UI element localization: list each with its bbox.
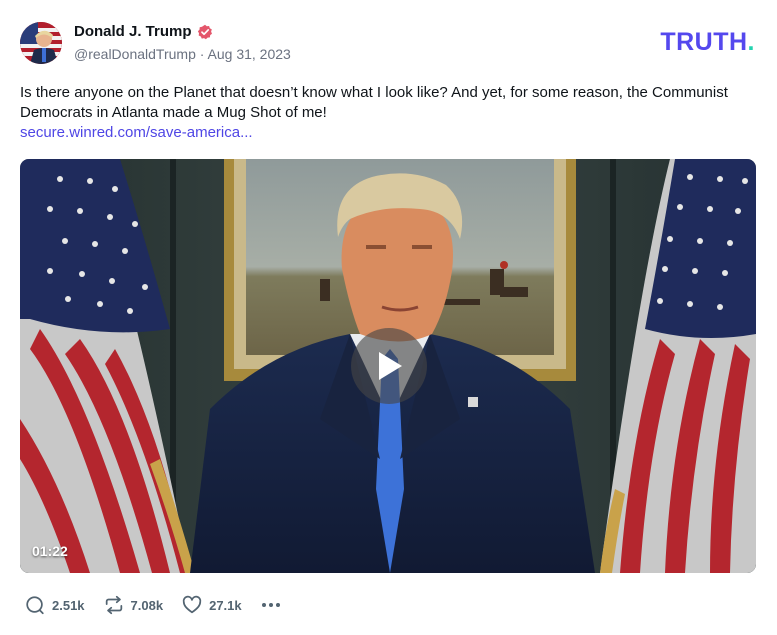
reply-icon bbox=[26, 596, 44, 615]
more-options-button[interactable] bbox=[260, 594, 282, 616]
heart-icon bbox=[182, 595, 202, 614]
like-button[interactable]: 27.1k bbox=[181, 594, 242, 616]
avatar[interactable] bbox=[20, 22, 62, 64]
retruth-icon bbox=[105, 595, 122, 615]
retruth-button[interactable]: 7.08k bbox=[103, 594, 164, 616]
video-player[interactable]: 01:22 bbox=[20, 159, 756, 573]
reply-button[interactable]: 2.51k bbox=[24, 594, 85, 616]
logo-dot: . bbox=[747, 28, 755, 56]
play-icon bbox=[379, 352, 402, 380]
logo-text: TRUTH bbox=[660, 28, 748, 56]
truth-social-logo[interactable]: TRUTH. bbox=[660, 28, 755, 57]
retruth-count: 7.08k bbox=[130, 597, 164, 613]
video-duration: 01:22 bbox=[32, 543, 68, 559]
author-display-name[interactable]: Donald J. Trump bbox=[74, 23, 192, 40]
play-button[interactable] bbox=[351, 328, 427, 404]
post-body-text: Is there anyone on the Planet that doesn… bbox=[20, 84, 728, 121]
reply-count: 2.51k bbox=[52, 597, 85, 613]
post-actions: 2.51k 7.08k 27.1k bbox=[24, 594, 282, 616]
truth-post: Donald J. Trump @realDonaldTrump · Aug 3… bbox=[0, 0, 777, 635]
like-count: 27.1k bbox=[209, 597, 242, 613]
author-name-row: Donald J. Trump bbox=[74, 23, 213, 40]
post-link[interactable]: secure.winred.com/save-america... bbox=[20, 123, 253, 143]
author-handle-date[interactable]: @realDonaldTrump · Aug 31, 2023 bbox=[74, 46, 291, 62]
author-meta: @realDonaldTrump · Aug 31, 2023 bbox=[74, 46, 291, 62]
verified-badge-icon bbox=[197, 24, 213, 40]
avatar-image bbox=[20, 22, 62, 64]
more-icon bbox=[261, 603, 280, 607]
